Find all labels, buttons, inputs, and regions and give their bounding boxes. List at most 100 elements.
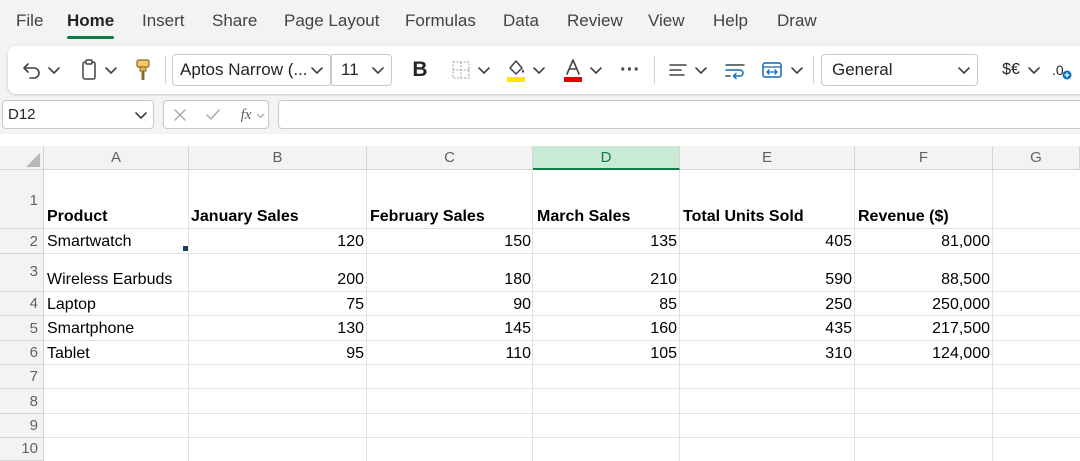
- more-options-button[interactable]: ···: [616, 56, 644, 84]
- row-header-9[interactable]: 9: [0, 414, 44, 438]
- cell-a6[interactable]: Tablet: [47, 345, 90, 363]
- font-color-chevron-icon[interactable]: [589, 63, 603, 77]
- row-header-10[interactable]: 10: [0, 438, 44, 461]
- cell-c2[interactable]: 150: [370, 233, 531, 251]
- tab-draw[interactable]: Draw: [777, 11, 817, 31]
- merge-icon[interactable]: [760, 58, 784, 82]
- format-painter-icon[interactable]: [132, 57, 154, 83]
- font-size-value: 11: [341, 60, 359, 79]
- font-color-icon[interactable]: [561, 56, 585, 84]
- cell-a5[interactable]: Smartphone: [47, 320, 134, 338]
- cell-c3[interactable]: 180: [370, 271, 531, 289]
- undo-dropdown-chevron-icon[interactable]: [47, 63, 61, 77]
- align-chevron-icon[interactable]: [694, 63, 708, 77]
- cell-d4[interactable]: 85: [537, 296, 677, 314]
- check-icon[interactable]: [204, 107, 222, 123]
- cell-f4[interactable]: 250,000: [858, 296, 990, 314]
- row-header-5[interactable]: 5: [0, 316, 44, 341]
- currency-chevron-icon[interactable]: [1027, 63, 1041, 77]
- row-header-3[interactable]: 3: [0, 254, 44, 292]
- cell-c1[interactable]: February Sales: [370, 208, 485, 226]
- cell-b6[interactable]: 95: [191, 345, 364, 363]
- tab-share[interactable]: Share: [212, 11, 257, 31]
- increase-decimal-button[interactable]: .0: [1052, 58, 1078, 82]
- column-header-b[interactable]: B: [189, 146, 367, 170]
- column-header-g[interactable]: G: [993, 146, 1080, 170]
- font-size-dropdown[interactable]: 11: [331, 54, 392, 86]
- cancel-icon[interactable]: [172, 107, 188, 123]
- number-format-dropdown[interactable]: General: [821, 54, 978, 86]
- tab-page-layout[interactable]: Page Layout: [284, 11, 379, 31]
- borders-chevron-icon[interactable]: [477, 63, 491, 77]
- column-header-f[interactable]: F: [855, 146, 993, 170]
- cell-f3[interactable]: 88,500: [858, 271, 990, 289]
- cell-f2[interactable]: 81,000: [858, 233, 990, 251]
- fill-color-icon[interactable]: [504, 56, 528, 84]
- cell-b1[interactable]: January Sales: [191, 208, 299, 226]
- cell-c5[interactable]: 145: [370, 320, 531, 338]
- cell-d1[interactable]: March Sales: [537, 208, 630, 226]
- tab-data[interactable]: Data: [503, 11, 539, 31]
- cell-c4[interactable]: 90: [370, 296, 531, 314]
- tab-help[interactable]: Help: [713, 11, 748, 31]
- cell-c6[interactable]: 110: [370, 345, 531, 363]
- cell-b3[interactable]: 200: [191, 271, 364, 289]
- cell-b2[interactable]: 120: [191, 233, 364, 251]
- gridline: [366, 170, 367, 461]
- cell-f5[interactable]: 217,500: [858, 320, 990, 338]
- tab-insert[interactable]: Insert: [142, 11, 185, 31]
- row-header-6[interactable]: 6: [0, 341, 44, 365]
- formula-input[interactable]: [278, 100, 1080, 129]
- function-chevron-icon[interactable]: [256, 111, 265, 120]
- fill-color-chevron-icon[interactable]: [532, 63, 546, 77]
- align-icon[interactable]: [666, 58, 690, 82]
- undo-icon[interactable]: [20, 58, 44, 82]
- cell-e6[interactable]: 310: [683, 345, 852, 363]
- row-header-7[interactable]: 7: [0, 365, 44, 389]
- cell-b5[interactable]: 130: [191, 320, 364, 338]
- cell-f1[interactable]: Revenue ($): [858, 208, 949, 226]
- cell-e1[interactable]: Total Units Sold: [683, 208, 804, 226]
- cell-a4[interactable]: Laptop: [47, 296, 96, 314]
- merge-chevron-icon[interactable]: [790, 63, 804, 77]
- cell-d3[interactable]: 210: [537, 271, 677, 289]
- cell-d5[interactable]: 160: [537, 320, 677, 338]
- row-header-8[interactable]: 8: [0, 389, 44, 414]
- cell-e4[interactable]: 250: [683, 296, 852, 314]
- gridline: [188, 170, 189, 461]
- tab-formulas[interactable]: Formulas: [405, 11, 476, 31]
- insert-function-button[interactable]: fx: [236, 105, 256, 125]
- cell-e5[interactable]: 435: [683, 320, 852, 338]
- wrap-text-icon[interactable]: [722, 58, 748, 82]
- currency-button[interactable]: $€: [996, 58, 1026, 82]
- column-header-e[interactable]: E: [680, 146, 855, 170]
- row-header-1[interactable]: 1: [0, 170, 44, 229]
- cell-a1[interactable]: Product: [47, 208, 107, 226]
- name-box[interactable]: D12: [2, 100, 154, 129]
- borders-icon[interactable]: [449, 58, 473, 82]
- select-all-corner[interactable]: [0, 146, 44, 170]
- column-header-d[interactable]: D: [533, 146, 680, 170]
- cell-e3[interactable]: 590: [683, 271, 852, 289]
- name-box-value: D12: [8, 106, 36, 123]
- fill-handle[interactable]: [183, 246, 188, 251]
- column-header-a[interactable]: A: [44, 146, 189, 170]
- cell-d2[interactable]: 135: [537, 233, 677, 251]
- tab-home[interactable]: Home: [67, 11, 114, 31]
- cell-f6[interactable]: 124,000: [858, 345, 990, 363]
- column-header-c[interactable]: C: [367, 146, 533, 170]
- cell-a2[interactable]: Smartwatch: [47, 233, 131, 251]
- clipboard-icon[interactable]: [77, 58, 101, 82]
- cell-d6[interactable]: 105: [537, 345, 677, 363]
- tab-file[interactable]: File: [16, 11, 43, 31]
- tab-view[interactable]: View: [648, 11, 685, 31]
- paste-dropdown-chevron-icon[interactable]: [104, 63, 118, 77]
- row-header-2[interactable]: 2: [0, 229, 44, 254]
- font-name-dropdown[interactable]: Aptos Narrow (...: [172, 54, 331, 86]
- cell-b4[interactable]: 75: [191, 296, 364, 314]
- tab-review[interactable]: Review: [567, 11, 623, 31]
- row-header-4[interactable]: 4: [0, 292, 44, 316]
- bold-button[interactable]: B: [408, 56, 432, 84]
- cell-e2[interactable]: 405: [683, 233, 852, 251]
- cell-a3[interactable]: Wireless Earbuds: [47, 271, 172, 289]
